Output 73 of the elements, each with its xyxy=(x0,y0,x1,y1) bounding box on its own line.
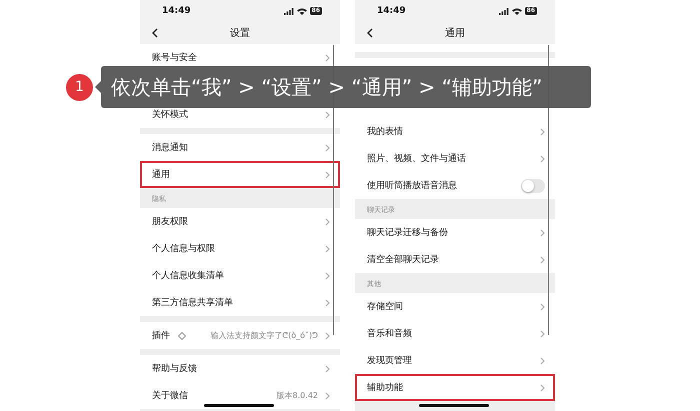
chevron-icon xyxy=(325,392,330,400)
chevron-icon xyxy=(325,298,330,306)
row-label: 照片、视频、文件与通话 xyxy=(367,152,466,165)
chevron-icon xyxy=(540,128,545,136)
wifi-icon xyxy=(512,8,522,14)
chevron-icon xyxy=(325,244,330,252)
row-label: 通用 xyxy=(152,168,170,181)
row-label: 我的表情 xyxy=(367,126,403,138)
back-icon[interactable] xyxy=(152,28,158,38)
row-label: 关于微信 xyxy=(152,390,188,402)
page-title: 设置 xyxy=(230,26,250,40)
row-label: 关怀模式 xyxy=(152,108,188,121)
chevron-icon xyxy=(540,330,545,338)
row-value: 输入法支持颜文字了ᕦ(ò_óˇ)ᕤ xyxy=(210,330,318,341)
row-label: 发现页管理 xyxy=(367,354,412,367)
row-label: 朋友权限 xyxy=(152,216,188,228)
row-label: 个人信息收集清单 xyxy=(152,270,224,282)
settings-row[interactable]: 辅助功能 xyxy=(355,374,555,401)
chevron-icon xyxy=(540,302,545,310)
chevron-icon xyxy=(325,110,330,118)
status-time: 14:49 xyxy=(377,6,406,16)
row-label: 清空全部聊天记录 xyxy=(367,254,439,266)
settings-row[interactable]: 我的表情 xyxy=(355,118,555,145)
settings-row[interactable]: 通用 xyxy=(140,161,340,188)
wifi-icon xyxy=(296,8,307,14)
row-value: 版本8.0.42 xyxy=(276,390,318,401)
settings-row[interactable]: 音乐和音频 xyxy=(355,320,555,347)
chevron-icon xyxy=(540,154,545,162)
settings-row[interactable]: 帮助与反馈 xyxy=(140,355,340,382)
row-label: 第三方信息共享清单 xyxy=(152,296,233,309)
chevron-icon xyxy=(325,54,330,62)
chevron-icon xyxy=(325,218,330,226)
settings-row[interactable]: 个人信息与权限 xyxy=(140,235,340,262)
signal-icon xyxy=(284,8,294,14)
settings-row[interactable]: 插件 输入法支持颜文字了ᕦ(ò_óˇ)ᕤ xyxy=(140,322,340,349)
row-label: 使用听筒播放语音消息 xyxy=(367,180,457,192)
chevron-icon xyxy=(540,356,545,364)
chevron-icon xyxy=(540,228,545,236)
back-icon[interactable] xyxy=(367,28,373,38)
row-label: 存储空间 xyxy=(367,300,403,313)
status-time: 14:49 xyxy=(162,6,191,16)
row-label: 插件 xyxy=(152,330,170,342)
chevron-icon xyxy=(325,170,330,178)
row-label: 帮助与反馈 xyxy=(152,362,197,375)
row-label: 账号与安全 xyxy=(152,52,197,64)
home-indicator xyxy=(419,404,489,407)
settings-row[interactable]: 照片、视频、文件与通话 xyxy=(355,145,555,172)
row-label: 消息通知 xyxy=(152,142,188,154)
step-number-badge: 1 xyxy=(66,74,93,100)
settings-row[interactable]: 第三方信息共享清单 xyxy=(140,289,340,316)
settings-row[interactable]: 清空全部聊天记录 xyxy=(355,246,555,273)
settings-row[interactable]: 发现页管理 xyxy=(355,347,555,374)
settings-row[interactable]: 消息通知 xyxy=(140,134,340,161)
row-label: 音乐和音频 xyxy=(367,328,412,340)
settings-row[interactable]: 聊天记录迁移与备份 xyxy=(355,219,555,246)
home-indicator xyxy=(204,404,274,407)
chevron-icon xyxy=(540,256,545,264)
instruction-text: 依次单击“我” > “设置” > “通用” > “辅助功能” xyxy=(111,74,542,100)
toggle-switch[interactable] xyxy=(521,178,545,192)
settings-row[interactable]: 关于微信 版本8.0.42 xyxy=(140,382,340,409)
settings-row[interactable]: 朋友权限 xyxy=(140,208,340,235)
row-label: 个人信息与权限 xyxy=(152,242,215,255)
chevron-icon xyxy=(325,144,330,152)
chevron-icon xyxy=(325,332,330,340)
row-label: 聊天记录迁移与备份 xyxy=(367,226,448,239)
row-label: 辅助功能 xyxy=(367,382,403,394)
chevron-icon xyxy=(540,384,545,392)
chevron-icon xyxy=(325,364,330,372)
settings-row[interactable]: 存储空间 xyxy=(355,293,555,320)
chevron-icon xyxy=(325,272,330,280)
page-title: 通用 xyxy=(445,26,465,40)
settings-row[interactable]: 个人信息收集清单 xyxy=(140,262,340,289)
signal-icon xyxy=(498,8,509,14)
